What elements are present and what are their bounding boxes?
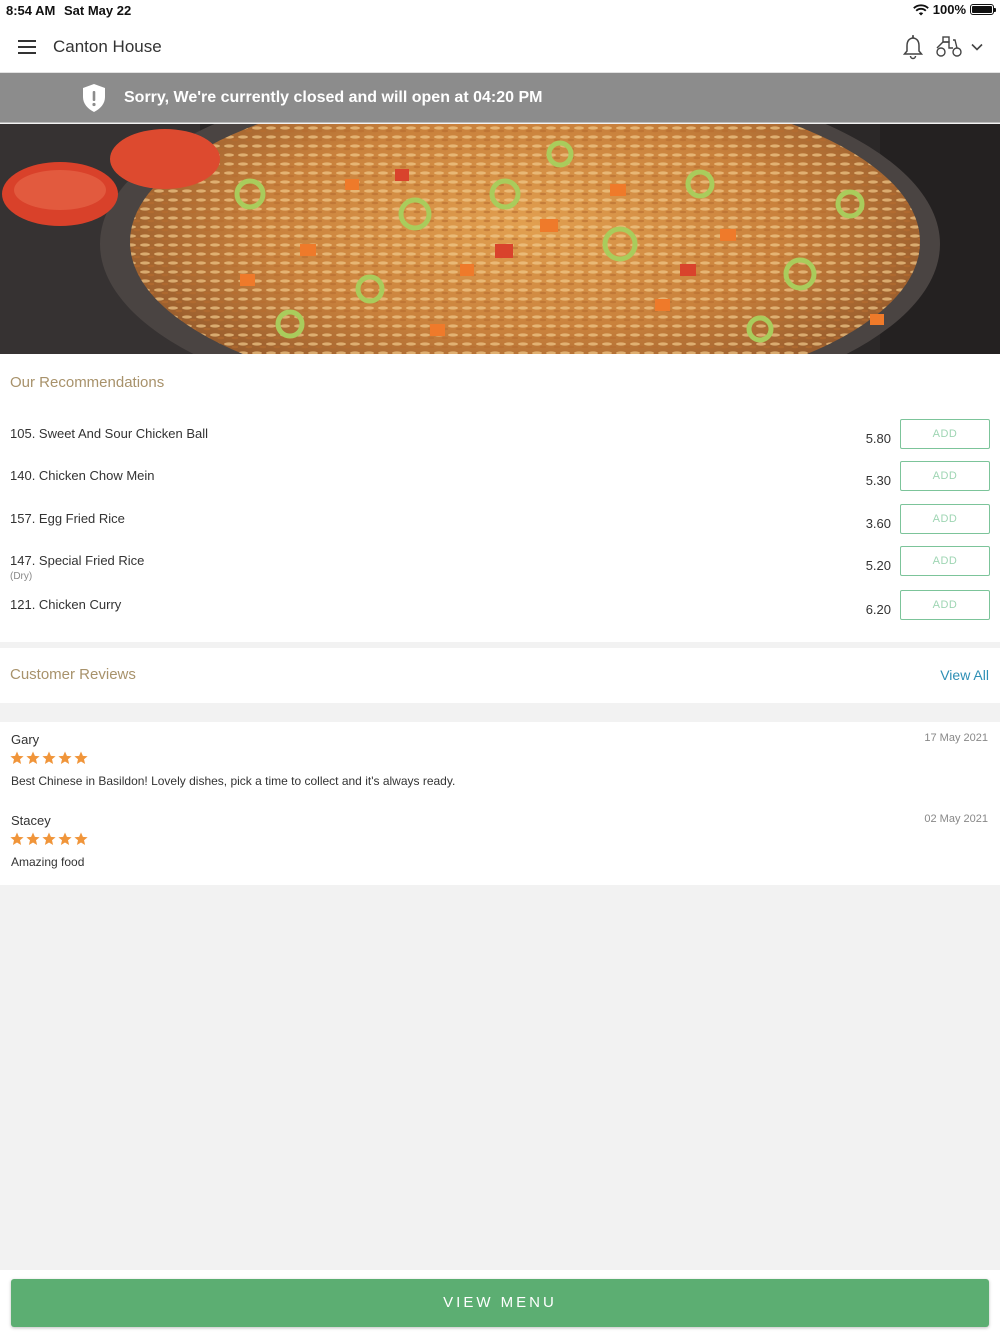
review-text: Amazing food bbox=[11, 855, 85, 869]
item-name: 105. Sweet And Sour Chicken Ball bbox=[10, 426, 209, 441]
list-item: 121. Chicken Curry 6.20 ADD bbox=[0, 590, 1000, 639]
list-item: 105. Sweet And Sour Chicken Ball 5.80 AD… bbox=[0, 419, 1000, 468]
reviewer-name: Stacey bbox=[11, 813, 51, 828]
star-rating bbox=[10, 832, 88, 846]
star-icon bbox=[58, 751, 72, 764]
menu-icon[interactable] bbox=[18, 40, 36, 54]
star-icon bbox=[42, 832, 56, 845]
status-bar: 8:54 AM Sat May 22 100% bbox=[0, 0, 1000, 20]
star-icon bbox=[58, 832, 72, 845]
add-button[interactable]: ADD bbox=[900, 590, 990, 620]
star-icon bbox=[10, 751, 24, 764]
item-price: 5.80 bbox=[865, 431, 891, 446]
chevron-down-icon[interactable] bbox=[970, 40, 984, 54]
closed-banner: Sorry, We're currently closed and will o… bbox=[0, 73, 1000, 123]
star-icon bbox=[74, 751, 88, 764]
item-name: 157. Egg Fried Rice bbox=[10, 511, 125, 526]
footer-bar: VIEW MENU bbox=[0, 1270, 1000, 1334]
item-price: 5.30 bbox=[865, 473, 891, 488]
recommendations-title: Our Recommendations bbox=[10, 374, 165, 391]
status-time: 8:54 AM bbox=[6, 3, 56, 18]
status-date: Sat May 22 bbox=[64, 3, 132, 18]
wifi-icon bbox=[912, 3, 929, 15]
battery-percent: 100% bbox=[932, 2, 966, 17]
star-icon bbox=[42, 751, 56, 764]
app-header: Canton House bbox=[0, 20, 1000, 73]
item-price: 3.60 bbox=[865, 516, 891, 531]
reviews-header: Customer Reviews View All bbox=[0, 648, 1000, 703]
star-rating bbox=[10, 751, 88, 765]
list-item: 147. Special Fried Rice (Dry) 5.20 ADD bbox=[0, 546, 1000, 595]
star-icon bbox=[26, 751, 40, 764]
battery-icon bbox=[970, 4, 996, 15]
add-button[interactable]: ADD bbox=[900, 461, 990, 491]
review-date: 02 May 2021 bbox=[924, 813, 988, 825]
item-price: 5.20 bbox=[865, 558, 891, 573]
item-price: 6.20 bbox=[865, 602, 891, 617]
item-name: 140. Chicken Chow Mein bbox=[10, 468, 155, 483]
list-item: 140. Chicken Chow Mein 5.30 ADD bbox=[0, 461, 1000, 510]
reviewer-name: Gary bbox=[11, 732, 40, 747]
status-right: 100% bbox=[912, 2, 996, 17]
fried-rice-image bbox=[0, 124, 1000, 354]
add-button[interactable]: ADD bbox=[900, 419, 990, 449]
closed-message: Sorry, We're currently closed and will o… bbox=[124, 89, 543, 106]
item-name: 121. Chicken Curry bbox=[10, 597, 122, 612]
star-icon bbox=[26, 832, 40, 845]
review-text: Best Chinese in Basildon! Lovely dishes,… bbox=[11, 774, 456, 788]
shield-alert-icon bbox=[83, 84, 105, 112]
list-item: 157. Egg Fried Rice 3.60 ADD bbox=[0, 504, 1000, 553]
star-icon bbox=[10, 832, 24, 845]
item-subtitle: (Dry) bbox=[10, 571, 33, 582]
add-button[interactable]: ADD bbox=[900, 546, 990, 576]
add-button[interactable]: ADD bbox=[900, 504, 990, 534]
reviews-list: Gary 17 May 2021 Best Chinese in Basildo… bbox=[0, 722, 1000, 885]
reviews-title: Customer Reviews bbox=[10, 666, 136, 683]
review-item: Stacey 02 May 2021 Amazing food bbox=[0, 803, 1000, 883]
review-date: 17 May 2021 bbox=[924, 732, 988, 744]
view-menu-button[interactable]: VIEW MENU bbox=[11, 1279, 989, 1327]
scooter-icon[interactable] bbox=[935, 34, 963, 58]
review-item: Gary 17 May 2021 Best Chinese in Basildo… bbox=[0, 722, 1000, 802]
star-icon bbox=[74, 832, 88, 845]
hero-image bbox=[0, 124, 1000, 354]
recommendations-section: Our Recommendations 105. Sweet And Sour … bbox=[0, 354, 1000, 642]
restaurant-title: Canton House bbox=[53, 37, 162, 56]
item-name: 147. Special Fried Rice bbox=[10, 553, 145, 568]
view-all-link[interactable]: View All bbox=[940, 667, 989, 683]
bell-icon[interactable] bbox=[902, 34, 924, 60]
